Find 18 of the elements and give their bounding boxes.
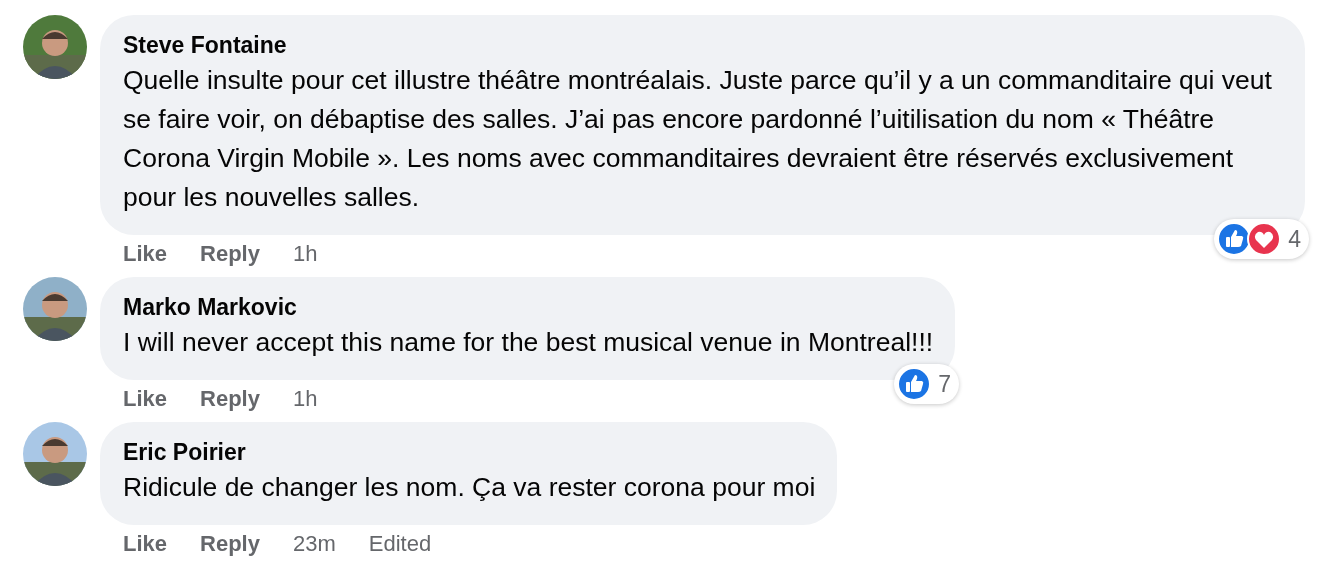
- timestamp: 1h: [292, 386, 318, 412]
- edited-label: Edited: [368, 531, 432, 557]
- action-link[interactable]: Reply: [200, 241, 260, 267]
- comment-text: I will never accept this name for the best musical venue in Montreal!!!: [123, 326, 934, 359]
- comment-text: Ridicule de changer les nom. Ça va rester corona pour moi: [123, 471, 816, 504]
- action-link[interactable]: Like: [123, 241, 168, 267]
- action-link[interactable]: Like: [123, 386, 168, 412]
- action-link[interactable]: Like: [123, 531, 168, 557]
- author-name[interactable]: Steve Fontaine: [123, 32, 1283, 59]
- action-link[interactable]: Reply: [200, 386, 260, 412]
- action-link[interactable]: Reply: [200, 531, 260, 557]
- timestamp: 23m: [292, 531, 336, 557]
- reaction-summary[interactable]: 4: [1214, 219, 1309, 259]
- author-name[interactable]: Marko Markovic: [123, 294, 934, 321]
- author-name[interactable]: Eric Poirier: [123, 439, 816, 466]
- reaction-summary[interactable]: 7: [894, 364, 960, 404]
- comment-text: Quelle insulte pour cet illustre théâtre montréalais. Juste parce qu’il y a un commanditaire qui veut se faire voir, on débaptise des salles. J’ai pas encore pardonné l’uitilisation du nom « Théâtre Corona Virgin Mobile ». Les noms avec commanditaires devraient être réservés exclusivement pour les nouvelles salles.: [123, 64, 1273, 214]
- timestamp: 1h: [292, 241, 318, 267]
